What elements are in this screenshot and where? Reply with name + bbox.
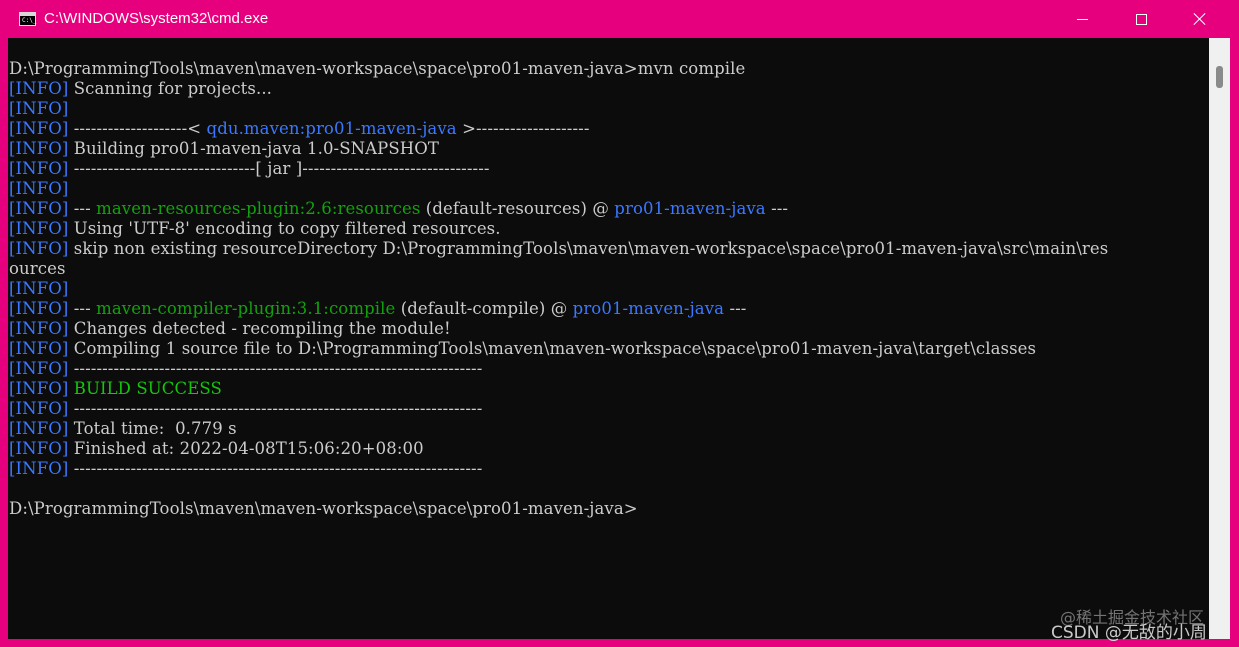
info-tag: [INFO] — [9, 99, 69, 118]
app-icon-text: C:\_ — [22, 17, 37, 24]
console-output[interactable]: D:\ProgrammingTools\maven\maven-workspac… — [8, 38, 1209, 639]
close-icon — [1193, 12, 1207, 26]
info-tag: [INFO] — [9, 439, 69, 458]
info-tag: [INFO] — [9, 219, 69, 238]
maximize-button[interactable] — [1112, 0, 1170, 38]
info-tag: [INFO] — [9, 299, 69, 318]
console-line: [INFO] --- maven-resources-plugin:2.6:re… — [9, 199, 1108, 219]
console-line: [INFO] Total time: 0.779 s — [9, 419, 1108, 439]
console-line: D:\ProgrammingTools\maven\maven-workspac… — [9, 59, 1108, 79]
watermark-csdn: CSDN @无敌的小周 — [1051, 623, 1207, 643]
console-text: Scanning for projects... — [68, 79, 273, 98]
console-text: --- — [765, 199, 789, 218]
info-tag: [INFO] — [9, 379, 69, 398]
console-line: [INFO] --------------------< qdu.maven:p… — [9, 119, 1108, 139]
console-text: qdu.maven:pro01-maven-java — [206, 119, 457, 138]
maximize-icon — [1135, 13, 1147, 25]
console-text: pro01-maven-java — [614, 199, 766, 218]
cmd-app-icon[interactable]: C:\_ — [19, 12, 36, 26]
console-line: [INFO] --------------------------------[… — [9, 159, 1108, 179]
console-line: [INFO] Finished at: 2022-04-08T15:06:20+… — [9, 439, 1108, 459]
console-text: --------------------------------[ jar ]-… — [68, 159, 490, 178]
console-text: D:\ProgrammingTools\maven\maven-workspac… — [9, 499, 638, 518]
console-text: ----------------------------------------… — [68, 459, 483, 478]
info-tag: [INFO] — [9, 279, 69, 298]
info-tag: [INFO] — [9, 399, 69, 418]
console-text: Changes detected - recompiling the modul… — [68, 319, 451, 338]
console-line: [INFO] — [9, 179, 1108, 199]
console-text: --- — [68, 299, 97, 318]
console-text: maven-resources-plugin:2.6:resources — [96, 199, 421, 218]
console-line: [INFO] BUILD SUCCESS — [9, 379, 1108, 399]
console-line: [INFO] — [9, 99, 1108, 119]
console-line: [INFO] ---------------------------------… — [9, 399, 1108, 419]
console-text: --------------------< — [68, 119, 207, 138]
window-title: C:\WINDOWS\system32\cmd.exe — [44, 10, 269, 27]
console-text: BUILD SUCCESS — [73, 379, 222, 398]
console-text: Compiling 1 source file to D:\Programmin… — [68, 339, 1037, 358]
console-line: [INFO] ---------------------------------… — [9, 459, 1108, 479]
console-line: D:\ProgrammingTools\maven\maven-workspac… — [9, 499, 1108, 519]
console-text: >-------------------- — [456, 119, 590, 138]
minimize-button[interactable] — [1053, 0, 1111, 38]
console-text: ources — [9, 259, 66, 278]
vertical-scrollbar[interactable] — [1209, 38, 1230, 639]
console-text: (default-compile) @ — [395, 299, 573, 318]
console-text: ----------------------------------------… — [68, 359, 483, 378]
console-text: Finished at: 2022-04-08T15:06:20+08:00 — [68, 439, 424, 458]
info-tag: [INFO] — [9, 459, 69, 478]
title-bar[interactable]: C:\_ C:\WINDOWS\system32\cmd.exe — [0, 0, 1239, 38]
console-line: [INFO] Using 'UTF-8' encoding to copy fi… — [9, 219, 1108, 239]
console-line: [INFO] --- maven-compiler-plugin:3.1:com… — [9, 299, 1108, 319]
cmd-window: C:\_ C:\WINDOWS\system32\cmd.exe D:\Prog… — [0, 0, 1239, 647]
console-text: Using 'UTF-8' encoding to copy filtered … — [68, 219, 501, 238]
console-text: Total time: 0.779 s — [68, 419, 237, 438]
console-text: skip non existing resourceDirectory D:\P… — [68, 239, 1109, 258]
console-text: ----------------------------------------… — [68, 399, 483, 418]
info-tag: [INFO] — [9, 79, 69, 98]
info-tag: [INFO] — [9, 119, 69, 138]
scrollbar-thumb[interactable] — [1216, 66, 1223, 88]
info-tag: [INFO] — [9, 179, 69, 198]
console-text: D:\ProgrammingTools\maven\maven-workspac… — [9, 59, 746, 78]
console-line: [INFO] — [9, 279, 1108, 299]
console-lines: D:\ProgrammingTools\maven\maven-workspac… — [9, 59, 1108, 519]
console-text: maven-compiler-plugin:3.1:compile — [96, 299, 396, 318]
console-line: [INFO] skip non existing resourceDirecto… — [9, 239, 1108, 259]
console-text: (default-resources) @ — [420, 199, 615, 218]
info-tag: [INFO] — [9, 159, 69, 178]
console-text: --- — [68, 199, 97, 218]
info-tag: [INFO] — [9, 419, 69, 438]
info-tag: [INFO] — [9, 319, 69, 338]
info-tag: [INFO] — [9, 339, 69, 358]
info-tag: [INFO] — [9, 239, 69, 258]
console-line: ources — [9, 259, 1108, 279]
console-line: [INFO] Changes detected - recompiling th… — [9, 319, 1108, 339]
console-line: [INFO] Building pro01-maven-java 1.0-SNA… — [9, 139, 1108, 159]
close-button[interactable] — [1171, 0, 1229, 38]
console-line: [INFO] Scanning for projects... — [9, 79, 1108, 99]
console-text: Building pro01-maven-java 1.0-SNAPSHOT — [68, 139, 440, 158]
console-text: pro01-maven-java — [572, 299, 725, 318]
console-line: [INFO] Compiling 1 source file to D:\Pro… — [9, 339, 1108, 359]
minimize-icon — [1076, 18, 1088, 20]
info-tag: [INFO] — [9, 139, 69, 158]
console-text: --- — [724, 299, 747, 318]
console-line: [INFO] ---------------------------------… — [9, 359, 1108, 379]
info-tag: [INFO] — [9, 199, 69, 218]
info-tag: [INFO] — [9, 359, 69, 378]
